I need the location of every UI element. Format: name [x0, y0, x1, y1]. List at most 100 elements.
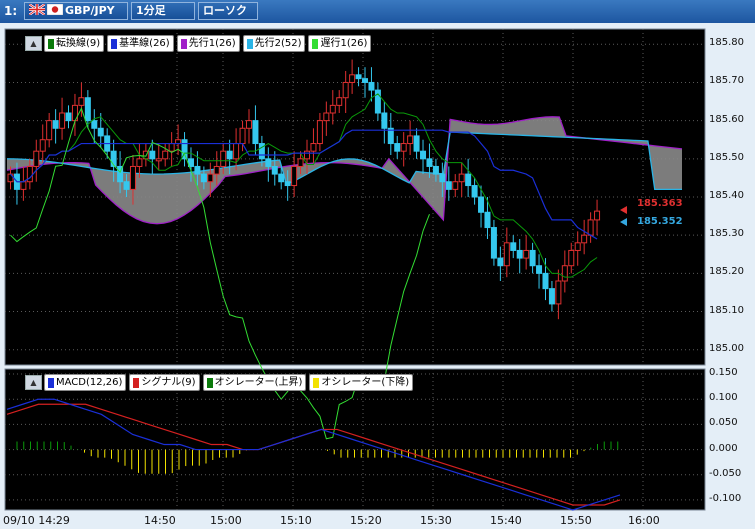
legend-swatch — [48, 377, 54, 388]
candle-body — [91, 120, 98, 129]
candle-body — [200, 173, 207, 183]
candle-body — [458, 173, 465, 183]
candle-body — [587, 219, 594, 236]
candle-body — [291, 165, 298, 187]
candle-body — [561, 265, 568, 282]
candle-body — [155, 158, 162, 162]
legend-label: シグナル(9) — [141, 377, 196, 388]
candle-body — [310, 143, 317, 152]
time-tick-label: 15:40 — [490, 514, 522, 527]
candle-body — [123, 181, 130, 190]
legend-label: オシレーター(下降) — [321, 377, 410, 388]
candle-body — [400, 143, 407, 152]
candle-body — [239, 127, 246, 145]
currency-pair-selector[interactable]: GBP/JPY — [24, 2, 128, 20]
chart-type-label: ローソク — [203, 4, 247, 17]
legend-swatch — [111, 38, 118, 49]
legend-swatch — [206, 377, 213, 388]
legend-tenkan[interactable]: 転換線(9) — [44, 35, 105, 52]
timeframe-selector[interactable]: 1分足 — [131, 2, 195, 20]
candle-body — [226, 150, 233, 160]
price-tick-label: 185.80 — [709, 37, 744, 49]
candle-body — [245, 120, 252, 129]
price-tick-label: 185.70 — [709, 75, 744, 87]
legend-swatch — [246, 38, 253, 49]
legend-osc-up[interactable]: オシレーター(上昇) — [202, 374, 307, 391]
candle-body — [445, 181, 452, 190]
candle-body — [484, 211, 491, 229]
main-legend-collapse-button[interactable]: ▲ — [25, 36, 42, 51]
legend-kijun[interactable]: 基準線(26) — [107, 35, 174, 52]
chart-panel: ▲ 転換線(9) 基準線(26) 先行1(26) 先行2(52) 遅行1(26)… — [0, 23, 755, 529]
chart-index-label: 1: — [4, 4, 18, 18]
time-tick-label: 15:10 — [280, 514, 312, 527]
legend-label: 転換線(9) — [56, 38, 101, 49]
currency-pair-label: GBP/JPY — [65, 4, 115, 17]
candle-body — [194, 165, 201, 175]
candle-body — [362, 78, 369, 83]
candle-body — [207, 173, 214, 183]
price-tick-label: 185.30 — [709, 228, 744, 240]
timeframe-label: 1分足 — [136, 4, 166, 17]
price-tick-label: 185.00 — [709, 342, 744, 354]
legend-signal[interactable]: シグナル(9) — [129, 374, 200, 391]
candle-body — [432, 165, 439, 175]
price-tick-label: 185.40 — [709, 190, 744, 201]
candle-body — [97, 127, 104, 137]
candle-body — [323, 112, 330, 122]
candle-body — [304, 150, 310, 160]
chart-type-selector[interactable]: ローソク — [198, 2, 258, 20]
candle-body — [129, 165, 136, 190]
legend-swatch — [312, 38, 319, 49]
candle-body — [594, 210, 601, 221]
price-tick-label: 185.60 — [709, 113, 744, 125]
macd-tick-label: 0.000 — [709, 442, 738, 454]
last-price-low-label: 185.352 — [637, 216, 683, 227]
time-tick-label: 15:00 — [210, 514, 242, 527]
candle-body — [542, 272, 549, 290]
candle-body — [497, 257, 504, 267]
candle-body — [381, 112, 388, 129]
legend-swatch — [133, 377, 140, 388]
legend-chikou[interactable]: 遅行1(26) — [308, 35, 372, 52]
legend-osc-down[interactable]: オシレーター(下降) — [309, 374, 414, 391]
legend-macd[interactable]: MACD(12,26) — [44, 374, 127, 391]
candle-body — [407, 135, 414, 145]
time-tick-label: 15:50 — [560, 514, 592, 527]
time-tick-label: 15:20 — [350, 514, 382, 527]
time-start-label: 09/10 14:29 — [3, 514, 70, 527]
candle-body — [426, 158, 433, 167]
candle-body — [278, 173, 285, 183]
candle-body — [59, 112, 66, 129]
chart-canvas[interactable] — [0, 23, 755, 529]
candle-body — [252, 120, 259, 145]
candle-body — [516, 249, 523, 259]
candle-body — [490, 227, 497, 259]
candle-body — [84, 97, 91, 122]
candle-body — [394, 143, 401, 152]
candle-body — [452, 181, 459, 190]
candle-body — [149, 150, 156, 160]
candle-body — [503, 242, 510, 267]
candle-body — [413, 135, 420, 152]
legend-senkou1[interactable]: 先行1(26) — [176, 35, 240, 52]
candle-body — [342, 81, 349, 99]
macd-legend-collapse-button[interactable]: ▲ — [25, 375, 42, 390]
macd-tick-label: 0.100 — [709, 392, 738, 404]
candle-body — [110, 150, 117, 167]
price-tick-label: 185.10 — [709, 304, 744, 316]
candle-body — [65, 112, 72, 122]
candle-body — [39, 139, 46, 152]
time-tick-label: 16:00 — [628, 514, 660, 527]
candle-body — [46, 120, 53, 141]
time-tick-label: 15:30 — [420, 514, 452, 527]
candle-body — [478, 196, 485, 213]
legend-senkou2[interactable]: 先行2(52) — [242, 35, 306, 52]
chart-toolbar: 1: GBP/JPY 1分足 ローソク — [0, 0, 755, 23]
legend-label: MACD(12,26) — [56, 377, 123, 388]
candle-body — [574, 242, 581, 251]
candle-body — [523, 249, 530, 259]
candle-body — [162, 150, 169, 160]
candle-body — [510, 242, 517, 251]
candle-body — [536, 265, 543, 274]
